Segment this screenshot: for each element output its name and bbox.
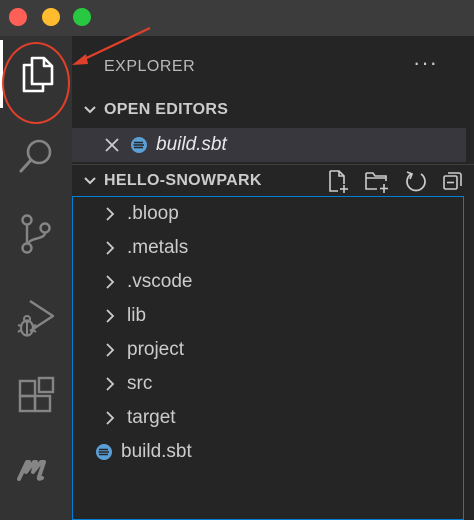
search-icon [19,139,52,173]
new-folder-icon[interactable] [364,169,390,193]
open-editors-title: OPEN EDITORS [104,101,229,118]
explorer-title: EXPLORER [104,58,196,75]
explorer-activity-button[interactable] [0,40,72,108]
chevron-right-icon [103,206,117,222]
workspace-section-header[interactable]: HELLO-SNOWPARK [72,164,474,197]
explorer-sidebar: EXPLORER ··· OPEN EDITORS build.sbt HELL… [72,36,474,520]
refresh-icon[interactable] [404,169,428,193]
metals-activity-button[interactable] [0,436,72,504]
open-editor-label: build.sbt [156,134,227,155]
chevron-right-icon [103,342,117,358]
tree-folder-item[interactable]: target [73,401,463,435]
chevron-right-icon [103,308,117,324]
tree-item-label: .bloop [127,203,179,224]
new-file-icon[interactable] [326,169,350,193]
tree-item-label: .vscode [127,271,193,292]
close-icon[interactable] [104,137,120,153]
chevron-right-icon [103,376,117,392]
sbt-file-icon [130,136,148,154]
title-bar [0,0,474,36]
run-debug-icon [17,299,55,337]
chevron-down-icon [82,102,98,118]
source-control-activity-button[interactable] [0,200,72,268]
minimize-window-button[interactable] [42,8,60,26]
tree-folder-item[interactable]: .bloop [73,197,463,231]
tree-item-label: lib [127,305,147,326]
activity-bar [0,36,72,520]
workspace-actions [326,168,464,194]
explorer-header: EXPLORER ··· [72,36,474,96]
tree-folder-item[interactable]: .vscode [73,265,463,299]
open-editor-item[interactable]: build.sbt [72,128,466,162]
collapse-all-icon[interactable] [442,170,464,192]
chevron-right-icon [103,274,117,290]
tree-item-label: build.sbt [121,441,192,462]
chevron-right-icon [103,240,117,256]
tree-item-label: .metals [127,237,189,258]
tree-folder-item[interactable]: lib [73,299,463,333]
tree-folder-item[interactable]: .metals [73,231,463,265]
tree-item-label: src [127,373,153,394]
tree-item-label: project [127,339,185,360]
open-editors-section-header[interactable]: OPEN EDITORS [72,94,474,126]
tree-folder-item[interactable]: src [73,367,463,401]
close-window-button[interactable] [9,8,27,26]
more-actions-icon[interactable]: ··· [413,50,438,76]
extensions-icon [18,376,55,413]
files-icon [22,56,53,93]
file-tree: .bloop .metals .vscode lib project src t… [72,196,464,520]
sbt-file-icon [95,443,113,461]
tree-item-label: target [127,407,176,428]
source-control-icon [21,214,51,254]
workspace-title: HELLO-SNOWPARK [104,172,262,189]
run-debug-activity-button[interactable] [0,284,72,352]
zoom-window-button[interactable] [73,8,91,26]
tree-file-item[interactable]: build.sbt [73,435,463,469]
chevron-down-icon [82,173,98,189]
tree-folder-item[interactable]: project [73,333,463,367]
metals-icon [17,460,46,481]
chevron-right-icon [103,410,117,426]
search-activity-button[interactable] [0,122,72,190]
extensions-activity-button[interactable] [0,362,72,430]
